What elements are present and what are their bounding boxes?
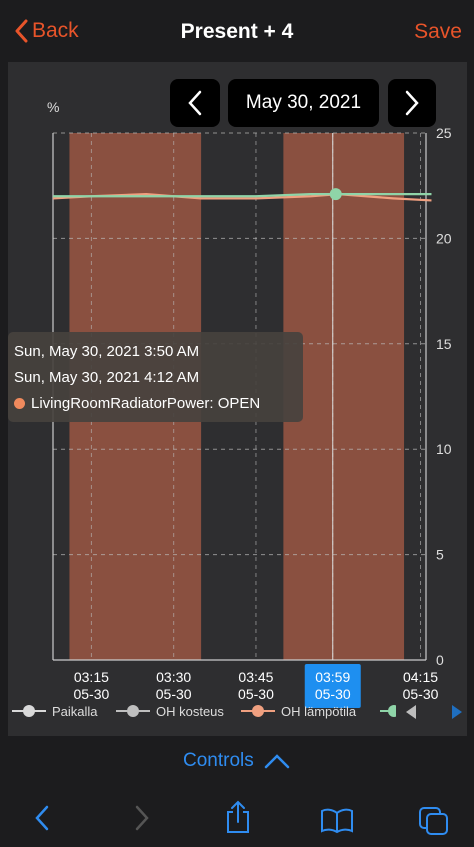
y-tick-label: 0 xyxy=(436,652,444,668)
triangle-left-icon xyxy=(406,705,416,719)
chart-tooltip: Sun, May 30, 2021 3:50 AM Sun, May 30, 2… xyxy=(8,332,303,422)
browser-toolbar xyxy=(0,790,474,847)
x-tick-time: 03:59 xyxy=(315,669,350,685)
legend-label: Paikalla xyxy=(52,703,98,719)
x-tick-date: 05-30 xyxy=(73,686,109,702)
x-tick-date: 05-30 xyxy=(315,686,351,702)
legend-item-oh-kosteus[interactable]: OH kosteus xyxy=(116,703,224,719)
tooltip-start-time: Sun, May 30, 2021 3:50 AM xyxy=(14,343,200,360)
legend-prev-page-button[interactable] xyxy=(404,704,418,720)
chevron-up-icon xyxy=(264,754,290,769)
bookmarks-button[interactable] xyxy=(320,808,354,839)
next-date-button[interactable] xyxy=(388,79,436,127)
browser-back-button[interactable] xyxy=(32,804,52,837)
chart-legend: Paikalla OH kosteus OH lämpötila xyxy=(0,703,474,729)
chevron-left-icon xyxy=(35,805,49,831)
line-circle-icon xyxy=(12,705,46,717)
y-tick-label: 15 xyxy=(436,336,452,352)
x-tick-time: 03:15 xyxy=(74,669,109,685)
legend-item-oh-lampotila[interactable]: OH lämpötila xyxy=(241,703,356,719)
legend-item-paikalla[interactable]: Paikalla xyxy=(12,703,98,719)
tooltip-end-time: Sun, May 30, 2021 4:12 AM xyxy=(14,369,200,386)
x-tick-date: 05-30 xyxy=(403,686,439,702)
x-tick-time: 03:45 xyxy=(238,669,273,685)
y-tick-label: 25 xyxy=(436,125,452,141)
triangle-right-icon xyxy=(452,705,462,719)
legend-label: OH kosteus xyxy=(156,703,224,719)
browser-forward-button[interactable] xyxy=(132,804,152,837)
share-icon xyxy=(227,800,249,833)
date-display[interactable]: May 30, 2021 xyxy=(228,79,379,127)
legend-next-page-button[interactable] xyxy=(450,704,464,720)
cursor-point xyxy=(329,188,342,201)
chevron-right-icon xyxy=(135,805,149,831)
series-dot-icon xyxy=(14,398,25,409)
controls-toggle[interactable]: Controls xyxy=(0,750,474,772)
book-icon xyxy=(321,808,353,834)
y-tick-label: 10 xyxy=(436,441,452,457)
x-tick-date: 05-30 xyxy=(156,686,192,702)
legend-item-partial[interactable] xyxy=(380,703,396,719)
tabs-button[interactable] xyxy=(418,806,450,841)
tooltip-status: LivingRoomRadiatorPower: OPEN xyxy=(14,395,260,412)
previous-date-button[interactable] xyxy=(170,79,220,127)
y-tick-label: 5 xyxy=(436,547,444,563)
tooltip-status-text: LivingRoomRadiatorPower: OPEN xyxy=(31,395,261,412)
line-circle-icon xyxy=(241,705,275,717)
x-tick-date: 05-30 xyxy=(238,686,274,702)
x-tick-time: 03:30 xyxy=(156,669,191,685)
line-circle-icon xyxy=(380,705,396,717)
x-tick-time: 04:15 xyxy=(403,669,438,685)
share-button[interactable] xyxy=(224,800,252,839)
legend-label: OH lämpötila xyxy=(281,703,357,719)
y-tick-label: 20 xyxy=(436,230,452,246)
y-axis-label: % xyxy=(47,99,59,115)
chevron-left-icon xyxy=(188,90,202,116)
controls-label: Controls xyxy=(182,750,254,771)
tabs-icon xyxy=(419,807,448,835)
line-circle-icon xyxy=(116,705,150,717)
chevron-right-icon xyxy=(405,90,419,116)
